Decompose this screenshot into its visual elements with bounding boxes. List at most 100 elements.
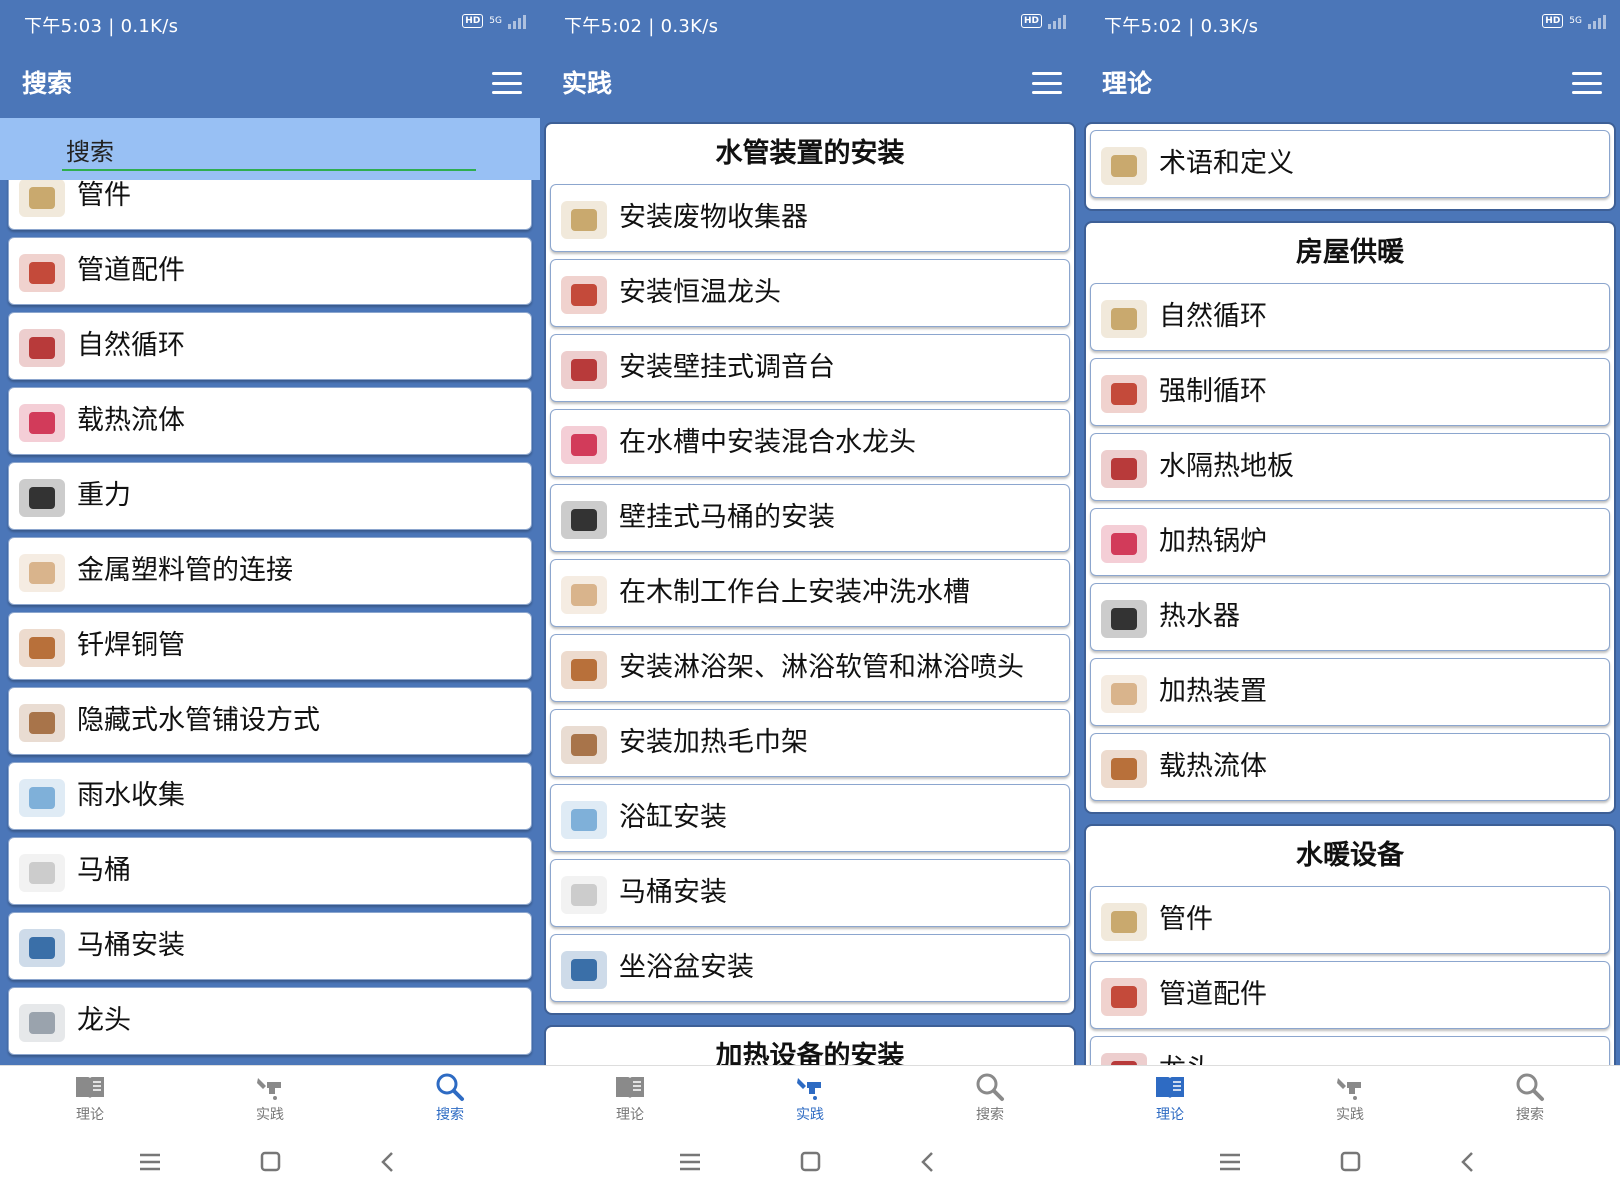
list-item[interactable]: 管道配件 bbox=[1090, 961, 1610, 1029]
tab-theory[interactable]: 理论 bbox=[50, 1072, 130, 1124]
recent-apps-icon[interactable] bbox=[130, 1147, 170, 1177]
app-bar: 搜索 bbox=[0, 46, 540, 118]
list-item[interactable]: 坐浴盆安装 bbox=[550, 934, 1070, 1002]
list-item[interactable]: 马桶安装 bbox=[8, 912, 532, 980]
system-nav-bar bbox=[0, 1127, 540, 1200]
list-item-label: 壁挂式马桶的安装 bbox=[619, 502, 835, 533]
back-icon[interactable] bbox=[368, 1147, 408, 1177]
list-item[interactable]: 热水器 bbox=[1090, 583, 1610, 651]
item-thumbnail-icon bbox=[561, 276, 607, 314]
list-item[interactable]: 加热装置 bbox=[1090, 658, 1610, 726]
tab-practice[interactable]: 实践 bbox=[770, 1072, 850, 1124]
list-item-label: 热水器 bbox=[1159, 601, 1240, 632]
search-icon bbox=[1516, 1073, 1544, 1101]
tab-search[interactable]: 搜索 bbox=[1490, 1072, 1570, 1124]
list-item[interactable]: 浴缸安装 bbox=[550, 784, 1070, 852]
list-item[interactable]: 安装淋浴架、淋浴软管和淋浴喷头 bbox=[550, 634, 1070, 702]
list-item[interactable]: 管道配件 bbox=[8, 237, 532, 305]
list-item[interactable]: 重力 bbox=[8, 462, 532, 530]
list-item[interactable]: 管件 bbox=[1090, 886, 1610, 954]
list-item-label: 加热锅炉 bbox=[1159, 526, 1267, 557]
list-item[interactable]: 安装恒温龙头 bbox=[550, 259, 1070, 327]
list-item[interactable]: 龙头 bbox=[1090, 1036, 1610, 1065]
tab-practice[interactable]: 实践 bbox=[230, 1072, 310, 1124]
section-card: 水暖设备管件管道配件龙头 bbox=[1084, 824, 1616, 1065]
tab-theory[interactable]: 理论 bbox=[590, 1072, 670, 1124]
item-thumbnail-icon bbox=[19, 854, 65, 892]
list-item[interactable]: 安装加热毛巾架 bbox=[550, 709, 1070, 777]
wrench-faucet-icon bbox=[257, 1078, 281, 1100]
item-thumbnail-icon bbox=[1101, 675, 1147, 713]
hamburger-menu-icon[interactable] bbox=[1032, 72, 1062, 94]
back-icon[interactable] bbox=[1448, 1147, 1488, 1177]
section-card: 加热设备的安装 bbox=[544, 1025, 1076, 1065]
list-item[interactable]: 强制循环 bbox=[1090, 358, 1610, 426]
item-thumbnail-icon bbox=[561, 201, 607, 239]
list-item-label: 管道配件 bbox=[77, 255, 185, 286]
list-item[interactable]: 在水槽中安装混合水龙头 bbox=[550, 409, 1070, 477]
status-text: 下午5:02 | 0.3K/s bbox=[1104, 16, 1259, 37]
list-item[interactable]: 钎焊铜管 bbox=[8, 612, 532, 680]
list-item-label: 在木制工作台上安装冲洗水槽 bbox=[619, 577, 970, 608]
list-item[interactable]: 壁挂式马桶的安装 bbox=[550, 484, 1070, 552]
tab-theory[interactable]: 理论 bbox=[1130, 1072, 1210, 1124]
list-item-label: 雨水收集 bbox=[77, 780, 185, 811]
book-icon bbox=[1156, 1077, 1184, 1098]
tab-search[interactable]: 搜索 bbox=[410, 1072, 490, 1124]
list-item[interactable]: 载热流体 bbox=[8, 387, 532, 455]
list-item[interactable]: 术语和定义 bbox=[1090, 130, 1610, 198]
list-item-label: 自然循环 bbox=[77, 330, 185, 361]
bottom-nav: 理论 实践 搜索 bbox=[0, 1065, 540, 1127]
signal-icon bbox=[1048, 13, 1066, 29]
list-item[interactable]: 自然循环 bbox=[1090, 283, 1610, 351]
list-item-label: 安装加热毛巾架 bbox=[619, 727, 808, 758]
list-item-label: 管道配件 bbox=[1159, 979, 1267, 1010]
list-item[interactable]: 安装壁挂式调音台 bbox=[550, 334, 1070, 402]
search-input[interactable]: 搜索 bbox=[66, 132, 114, 167]
list-item-label: 安装恒温龙头 bbox=[619, 277, 781, 308]
list-item[interactable]: 雨水收集 bbox=[8, 762, 532, 830]
recent-apps-icon[interactable] bbox=[1210, 1147, 1250, 1177]
list-item[interactable]: 水隔热地板 bbox=[1090, 433, 1610, 501]
theory-sections: 术语和定义 房屋供暖 自然循环 强制循环 水隔热地板 加热锅炉 热水器 加热装置 载热流体 水暖设… bbox=[1080, 122, 1620, 1065]
page-title: 理论 bbox=[1102, 69, 1153, 98]
list-item[interactable]: 金属塑料管的连接 bbox=[8, 537, 532, 605]
back-icon[interactable] bbox=[908, 1147, 948, 1177]
list-item[interactable]: 安装废物收集器 bbox=[550, 184, 1070, 252]
hamburger-menu-icon[interactable] bbox=[1572, 72, 1602, 94]
list-item-label: 强制循环 bbox=[1159, 376, 1267, 407]
status-text: 下午5:03 | 0.1K/s bbox=[24, 16, 179, 37]
hd-icon: HD bbox=[462, 14, 484, 28]
tab-practice[interactable]: 实践 bbox=[1310, 1072, 1390, 1124]
list-item[interactable]: 加热锅炉 bbox=[1090, 508, 1610, 576]
home-icon[interactable] bbox=[790, 1147, 830, 1177]
item-thumbnail-icon bbox=[19, 404, 65, 442]
bottom-nav: 理论 实践 搜索 bbox=[1080, 1065, 1620, 1127]
list-item[interactable]: 龙头 bbox=[8, 987, 532, 1055]
list-item[interactable]: 在木制工作台上安装冲洗水槽 bbox=[550, 559, 1070, 627]
hamburger-menu-icon[interactable] bbox=[492, 72, 522, 94]
item-thumbnail-icon bbox=[19, 479, 65, 517]
item-thumbnail-icon bbox=[561, 876, 607, 914]
list-item[interactable]: 隐藏式水管铺设方式 bbox=[8, 687, 532, 755]
network-type: 5G bbox=[489, 16, 502, 26]
item-thumbnail-icon bbox=[19, 329, 65, 367]
item-thumbnail-icon bbox=[561, 651, 607, 689]
status-bar: 下午5:02 | 0.3K/s HD 5G bbox=[1080, 0, 1620, 46]
home-icon[interactable] bbox=[1330, 1147, 1370, 1177]
practice-sections: 水管装置的安装 安装废物收集器 安装恒温龙头 安装壁挂式调音台 在水槽中安装混合水龙头壁… bbox=[540, 122, 1080, 1065]
list-item[interactable]: 马桶安装 bbox=[550, 859, 1070, 927]
item-thumbnail-icon bbox=[1101, 1053, 1147, 1065]
recent-apps-icon[interactable] bbox=[670, 1147, 710, 1177]
item-thumbnail-icon bbox=[561, 801, 607, 839]
list-item[interactable]: 载热流体 bbox=[1090, 733, 1610, 801]
search-field[interactable]: 搜索 bbox=[0, 118, 540, 180]
list-item[interactable]: 自然循环 bbox=[8, 312, 532, 380]
tab-search[interactable]: 搜索 bbox=[950, 1072, 1030, 1124]
search-icon bbox=[976, 1073, 1004, 1101]
home-icon[interactable] bbox=[250, 1147, 290, 1177]
wrench-faucet-icon bbox=[797, 1078, 821, 1100]
list-item-label: 术语和定义 bbox=[1159, 148, 1294, 179]
item-thumbnail-icon bbox=[1101, 147, 1147, 185]
list-item[interactable]: 马桶 bbox=[8, 837, 532, 905]
